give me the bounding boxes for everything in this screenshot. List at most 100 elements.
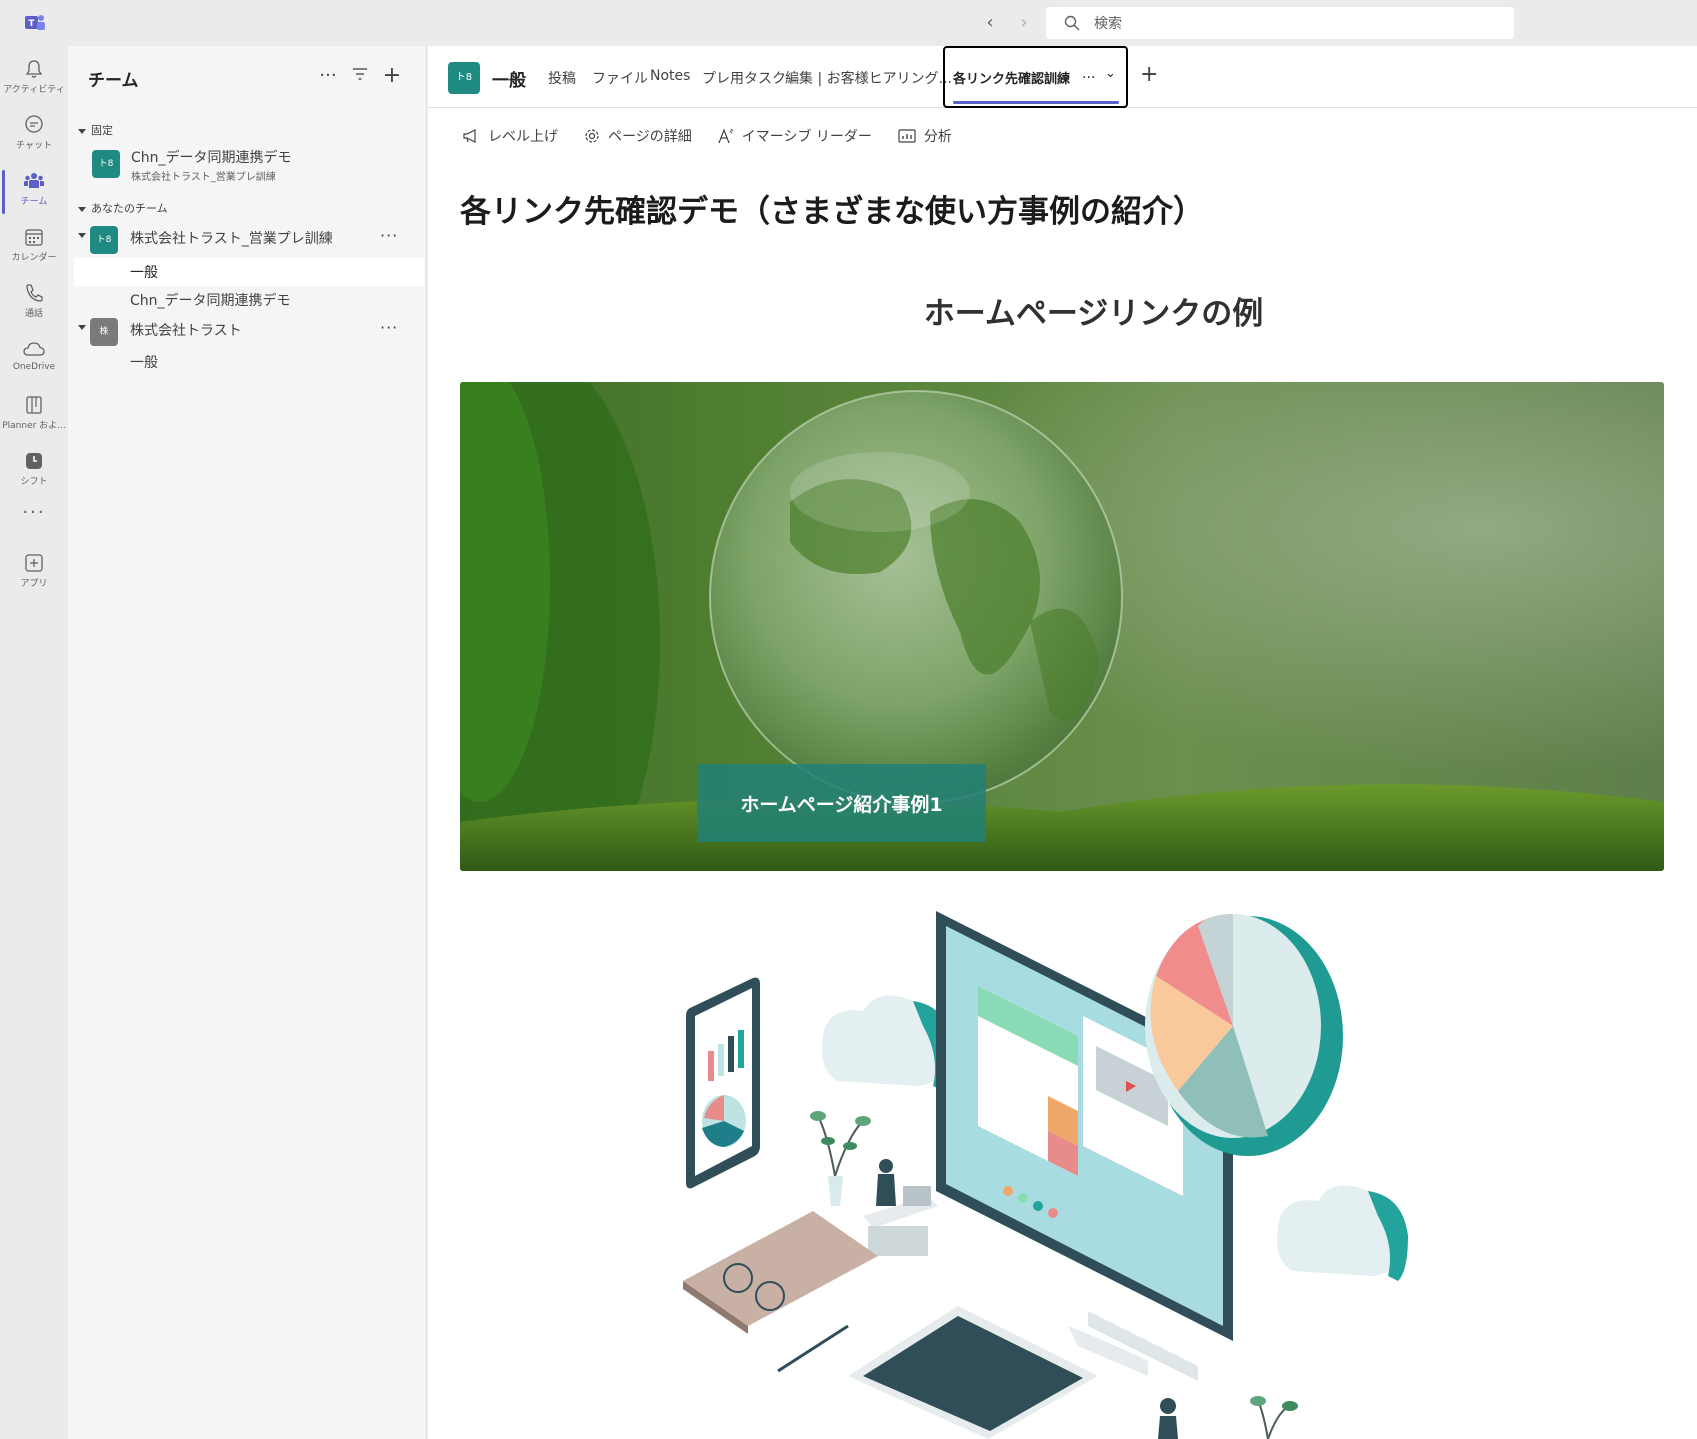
plant-bottom-right xyxy=(1250,1396,1298,1439)
tab-options-icon[interactable]: ... xyxy=(1082,66,1095,82)
analytics-label: 分析 xyxy=(923,129,952,145)
smartphone xyxy=(686,977,760,1189)
person-standing xyxy=(1158,1398,1178,1439)
channel-item[interactable]: Chn_データ同期連携デモ xyxy=(74,286,424,314)
your-teams-section-toggle[interactable]: あなたのチーム xyxy=(78,200,168,216)
command-bar: レベル上げ ページの詳細 イマーシブ リーダー 分析 xyxy=(462,122,978,150)
main-content: ト8 一般 投稿 ファイル Notes プレ用タスク 編集 | お客様ヒアリング… xyxy=(428,46,1697,1439)
pinned-section-label: 固定 xyxy=(91,124,113,137)
title-bar: T ‹ › 検索 xyxy=(0,0,1697,46)
team-name[interactable]: 株式会社トラスト_営業プレ訓練 xyxy=(130,228,333,248)
filter-icon[interactable] xyxy=(348,64,372,88)
cloud-icon xyxy=(23,342,45,356)
rail-label: Planner およ... xyxy=(2,421,66,431)
team-name[interactable]: 株式会社トラスト xyxy=(130,320,242,340)
gear-icon xyxy=(585,129,599,143)
channel-item-general-selected[interactable]: 一般 xyxy=(74,258,424,286)
rail-label: OneDrive xyxy=(12,362,56,372)
phone-icon xyxy=(26,284,43,302)
back-arrow-icon[interactable]: ‹ xyxy=(978,10,1002,36)
channel-name: Chn_データ同期連携デモ xyxy=(130,293,291,309)
calendar-icon xyxy=(25,229,43,246)
active-tab-indicator xyxy=(953,101,1119,104)
active-tab-label: 各リンク先確認訓練 xyxy=(953,72,1071,87)
pinned-section-toggle[interactable]: 固定 xyxy=(78,122,113,138)
notebook-with-glasses xyxy=(683,1211,878,1373)
sidebar-title: チーム xyxy=(88,71,139,91)
tab-files[interactable]: ファイル xyxy=(592,68,648,88)
immersive-reader-label: イマーシブ リーダー xyxy=(741,129,872,145)
rail-item-apps[interactable]: アプリ xyxy=(0,546,68,602)
bell-icon xyxy=(25,60,43,78)
collapse-caret-icon xyxy=(78,324,86,330)
channel-name: 一般 xyxy=(130,265,158,281)
more-apps-icon[interactable]: ··· xyxy=(0,502,68,532)
rail-item-calls[interactable]: 通話 xyxy=(0,276,68,332)
rail-item-planner[interactable]: Planner およ... xyxy=(0,388,68,444)
section-heading: ホームページリンクの例 xyxy=(923,296,1264,332)
team-more-icon[interactable]: ··· xyxy=(380,226,398,245)
avatar: 株 xyxy=(90,318,118,346)
tab-notes[interactable]: Notes xyxy=(650,68,690,84)
teams-icon xyxy=(24,173,44,188)
tab-pre-tasks[interactable]: プレ用タスク xyxy=(702,68,786,88)
search-placeholder: 検索 xyxy=(1094,16,1122,32)
immersive-reader-button[interactable]: イマーシブ リーダー xyxy=(718,126,872,146)
rail-item-calendar[interactable]: カレンダー xyxy=(0,220,68,276)
add-tab-icon[interactable]: + xyxy=(1140,62,1158,87)
app-rail: アクティビティ チャット チーム カレンダー 通話 OneDrive Plann… xyxy=(0,46,68,1439)
channel-avatar: ト8 xyxy=(448,62,480,94)
cloud-left xyxy=(822,995,953,1091)
channel-item[interactable]: 一般 xyxy=(74,348,424,376)
more-options-icon[interactable]: ··· xyxy=(316,64,340,88)
rail-label: カレンダー xyxy=(11,253,57,263)
search-input[interactable]: 検索 xyxy=(1046,7,1514,39)
chevron-down-icon[interactable]: ⌄ xyxy=(1105,66,1116,81)
hero-image-link[interactable]: ホームページ紹介事例1 xyxy=(460,382,1664,871)
analytics-button[interactable]: 分析 xyxy=(898,126,952,146)
rail-label: チーム xyxy=(20,197,48,207)
forward-arrow-icon[interactable]: › xyxy=(1012,10,1036,36)
channel-tab-bar: ト8 一般 投稿 ファイル Notes プレ用タスク 編集 | お客様ヒアリング… xyxy=(428,46,1697,108)
immersive-reader-icon xyxy=(718,128,734,144)
homepage-example-button[interactable]: ホームページ紹介事例1 xyxy=(697,764,986,842)
page-details-button[interactable]: ページの詳細 xyxy=(584,126,692,146)
rail-item-activity[interactable]: アクティビティ xyxy=(0,52,68,108)
svg-text:T: T xyxy=(28,19,35,29)
rail-item-teams[interactable]: チーム xyxy=(0,164,68,220)
collapse-caret-icon xyxy=(78,206,86,212)
megaphone-icon xyxy=(463,129,476,143)
teams-sidebar: チーム ··· + 固定 ト8 Chn_データ同期連携デモ 株式会社トラスト_営… xyxy=(68,46,427,1439)
isometric-devices-illustration xyxy=(683,911,1408,1439)
avatar: ト8 xyxy=(90,226,118,254)
pinned-channel-name[interactable]: Chn_データ同期連携デモ xyxy=(131,147,292,167)
potted-plant xyxy=(810,1111,871,1206)
analytics-icon xyxy=(898,129,916,143)
rail-label: シフト xyxy=(20,477,48,487)
rail-label: チャット xyxy=(16,141,52,151)
planner-icon xyxy=(26,396,42,414)
teams-logo-icon: T xyxy=(25,15,45,30)
chat-icon xyxy=(25,115,43,133)
add-app-icon xyxy=(25,554,43,572)
pinned-channel-team: 株式会社トラスト_営業プレ訓練 xyxy=(131,172,276,183)
rail-item-shifts[interactable]: シフト xyxy=(0,444,68,500)
rail-item-onedrive[interactable]: OneDrive xyxy=(0,332,68,388)
search-icon xyxy=(1064,15,1080,31)
rail-item-chat[interactable]: チャット xyxy=(0,108,68,164)
tab-edit-hearing[interactable]: 編集 | お客様ヒアリング... xyxy=(785,68,952,88)
tab-link-check-training[interactable]: 各リンク先確認訓練 ... ⌄ xyxy=(943,46,1128,108)
tab-posts[interactable]: 投稿 xyxy=(548,68,576,88)
your-teams-label: あなたのチーム xyxy=(91,202,168,215)
cloud-right xyxy=(1277,1185,1408,1281)
promote-button[interactable]: レベル上げ xyxy=(462,126,558,146)
clock-icon xyxy=(26,453,42,469)
rail-label: アクティビティ xyxy=(3,85,65,95)
channel-name: 一般 xyxy=(130,355,158,371)
rail-label: 通話 xyxy=(24,309,43,319)
channel-title: 一般 xyxy=(492,71,526,91)
avatar: ト8 xyxy=(92,150,120,178)
team-more-icon[interactable]: ··· xyxy=(380,318,398,337)
add-team-icon[interactable]: + xyxy=(380,64,404,88)
collapse-caret-icon xyxy=(78,128,86,134)
